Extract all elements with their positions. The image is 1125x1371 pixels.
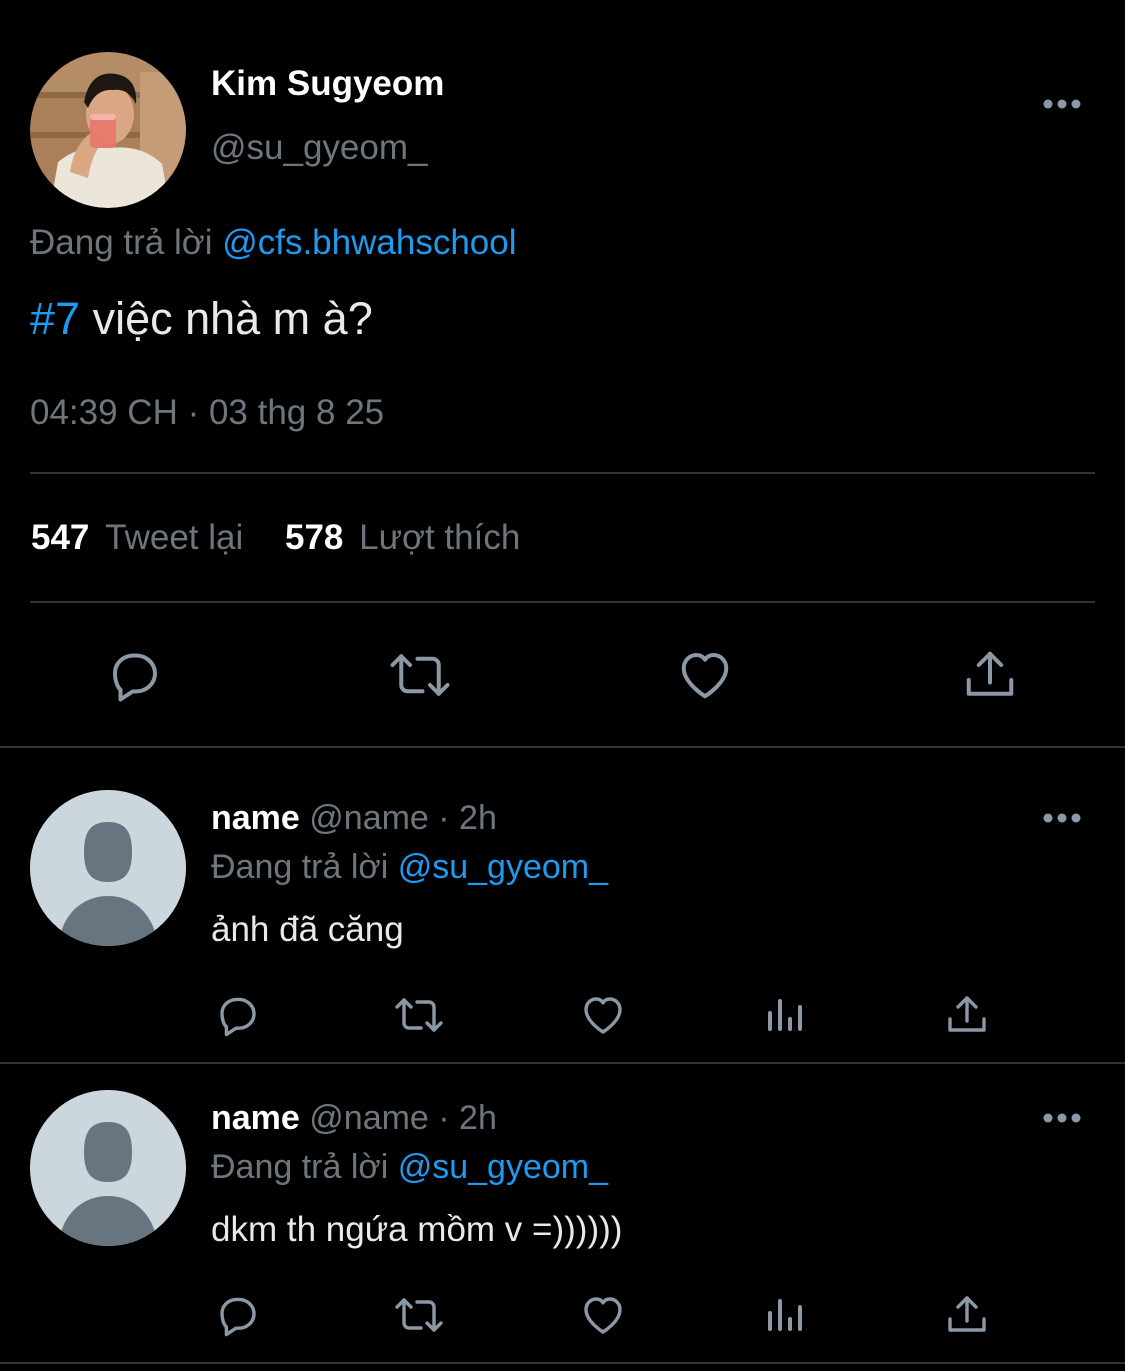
reply-header: name @name · 2h <box>211 1099 497 1138</box>
share-icon[interactable] <box>943 1291 991 1339</box>
replying-to-link[interactable]: @su_gyeom_ <box>398 848 608 886</box>
retweet-icon[interactable] <box>392 991 446 1039</box>
retweet-icon[interactable] <box>387 645 453 705</box>
user-handle[interactable]: @su_gyeom_ <box>211 128 427 168</box>
tweet-body: việc nhà m à? <box>80 293 373 344</box>
heart-icon[interactable] <box>579 991 627 1039</box>
more-icon[interactable] <box>1042 811 1082 823</box>
tweet-text: #7 việc nhà m à? <box>30 293 373 345</box>
reply-header: name @name · 2h <box>211 799 497 838</box>
reply-icon[interactable] <box>214 1291 262 1339</box>
analytics-icon[interactable] <box>762 991 810 1039</box>
avatar[interactable] <box>30 1090 186 1246</box>
reply-icon[interactable] <box>105 645 165 705</box>
replying-prefix: Đang trả lời <box>211 1148 389 1186</box>
avatar[interactable] <box>30 790 186 946</box>
replying-to-link[interactable]: @cfs.bhwahschool <box>222 223 516 262</box>
profile-avatar[interactable] <box>30 52 186 208</box>
replying-to-line: Đang trả lời @cfs.bhwahschool <box>30 223 517 263</box>
more-icon[interactable] <box>1042 97 1082 109</box>
display-name[interactable]: Kim Sugyeom <box>211 64 444 104</box>
replying-to-link[interactable]: @su_gyeom_ <box>398 1148 608 1186</box>
tweet-stats: 547 Tweet lại 578 Lượt thích <box>31 518 520 558</box>
hashtag-link[interactable]: #7 <box>30 293 80 344</box>
likes-label[interactable]: Lượt thích <box>359 518 520 557</box>
reply-display-name[interactable]: name <box>211 1099 300 1137</box>
replying-to-line: Đang trả lời @su_gyeom_ <box>211 1148 608 1187</box>
section-divider <box>0 1062 1125 1064</box>
replying-prefix: Đang trả lời <box>211 848 389 886</box>
reply-meta: @name · 2h <box>299 799 497 837</box>
heart-icon[interactable] <box>675 645 735 705</box>
replying-to-line: Đang trả lời @su_gyeom_ <box>211 848 608 887</box>
more-icon[interactable] <box>1042 1111 1082 1123</box>
replying-prefix: Đang trả lời <box>30 223 213 262</box>
retweets-label[interactable]: Tweet lại <box>105 518 243 557</box>
likes-count[interactable]: 578 <box>285 518 343 557</box>
retweet-icon[interactable] <box>392 1291 446 1339</box>
reply-icon[interactable] <box>214 991 262 1039</box>
heart-icon[interactable] <box>579 1291 627 1339</box>
share-icon[interactable] <box>960 645 1020 705</box>
divider <box>30 601 1095 603</box>
section-divider <box>0 1362 1125 1364</box>
retweets-count[interactable]: 547 <box>31 518 89 557</box>
tweet-timestamp[interactable]: 04:39 CH · 03 thg 8 25 <box>30 393 384 433</box>
reply-display-name[interactable]: name <box>211 799 300 837</box>
reply-meta: @name · 2h <box>299 1099 497 1137</box>
reply-text: dkm th ngứa mồm v =)))))) <box>211 1210 623 1249</box>
section-divider <box>0 746 1125 748</box>
share-icon[interactable] <box>943 991 991 1039</box>
analytics-icon[interactable] <box>762 1291 810 1339</box>
divider <box>30 472 1095 474</box>
reply-text: ảnh đã căng <box>211 910 404 949</box>
